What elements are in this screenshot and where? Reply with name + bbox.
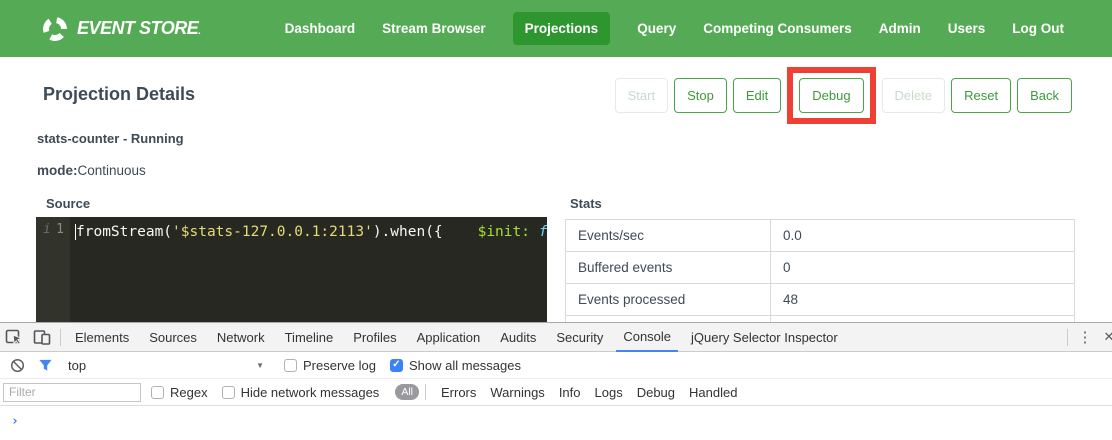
line-number: 1 xyxy=(56,222,64,237)
nav-item-users[interactable]: Users xyxy=(948,21,986,36)
console-input-area[interactable]: › xyxy=(0,406,1112,438)
gutter-info-icon: i xyxy=(43,222,51,237)
chevron-down-icon: ▼ xyxy=(256,361,264,370)
nav-item-stream-browser[interactable]: Stream Browser xyxy=(382,21,486,36)
tabbar-separator xyxy=(60,329,61,346)
stat-label: Events processed xyxy=(566,284,771,316)
nav-menu: Dashboard Stream Browser Projections Que… xyxy=(285,12,1064,45)
nav-item-competing-consumers[interactable]: Competing Consumers xyxy=(703,21,852,36)
regex-label[interactable]: Regex xyxy=(170,385,208,400)
devtools-panel: Elements Sources Network Timeline Profil… xyxy=(0,322,1112,440)
show-all-messages-label[interactable]: Show all messages xyxy=(409,358,521,373)
tab-network[interactable]: Network xyxy=(210,323,272,351)
mode-value: Continuous xyxy=(78,163,146,178)
nav-item-query[interactable]: Query xyxy=(637,21,676,36)
console-filterbar: Regex Hide network messages All Errors W… xyxy=(0,379,1112,406)
tabbar-right-controls: ⋮ ✕ xyxy=(1063,328,1112,346)
tab-application[interactable]: Application xyxy=(410,323,488,351)
source-code-editor[interactable]: i 1 fromStream('$stats-127.0.0.1:2113').… xyxy=(36,217,547,322)
delete-button[interactable]: Delete xyxy=(882,78,946,113)
projection-details-page: Projection Details Start Stop Edit Debug… xyxy=(0,57,1112,322)
start-button[interactable]: Start xyxy=(615,78,668,113)
stat-value: 0.0 xyxy=(771,220,1075,252)
regex-checkbox[interactable] xyxy=(151,386,164,399)
back-button[interactable]: Back xyxy=(1017,78,1072,113)
tab-security[interactable]: Security xyxy=(549,323,610,351)
mode-label: mode: xyxy=(37,163,78,178)
nav-item-admin[interactable]: Admin xyxy=(879,21,921,36)
filter-debug[interactable]: Debug xyxy=(637,385,675,400)
code-line-1: fromStream('$stats-127.0.0.1:2113').when… xyxy=(75,221,547,243)
stat-label: Events/sec xyxy=(566,220,771,252)
page-title: Projection Details xyxy=(43,84,195,105)
tab-elements[interactable]: Elements xyxy=(68,323,136,351)
devtools-tabbar: Elements Sources Network Timeline Profil… xyxy=(0,323,1112,352)
tabbar-separator xyxy=(1067,329,1068,346)
device-toolbar-icon[interactable] xyxy=(28,323,56,351)
tab-sources[interactable]: Sources xyxy=(142,323,204,351)
top-navbar: EVENT STORE. Dashboard Stream Browser Pr… xyxy=(0,0,1112,57)
table-row: Buffered events 0 xyxy=(566,252,1075,284)
execution-context-select[interactable]: top ▼ xyxy=(68,358,264,373)
filter-input[interactable] xyxy=(3,383,141,402)
source-section: Source i 1 fromStream('$stats-127.0.0.1:… xyxy=(36,196,547,322)
table-row: Events/sec 0.0 xyxy=(566,220,1075,252)
filter-all-pill[interactable]: All xyxy=(395,384,419,400)
console-prompt-icon: › xyxy=(11,414,19,429)
filter-handled[interactable]: Handled xyxy=(689,385,737,400)
stat-value: 48 xyxy=(771,284,1075,316)
brand-trademark-dot: . xyxy=(198,26,200,37)
hide-network-checkbox[interactable] xyxy=(222,386,235,399)
reset-button[interactable]: Reset xyxy=(951,78,1011,113)
editor-code-area[interactable]: fromStream('$stats-127.0.0.1:2113').when… xyxy=(70,217,547,322)
source-heading: Source xyxy=(46,196,547,211)
devtools-menu-icon[interactable]: ⋮ xyxy=(1072,328,1098,346)
nav-item-dashboard[interactable]: Dashboard xyxy=(285,21,356,36)
stats-table: Events/sec 0.0 Buffered events 0 Events … xyxy=(565,219,1075,322)
stats-section: Stats Events/sec 0.0 Buffered events 0 E… xyxy=(565,196,1075,322)
tab-timeline[interactable]: Timeline xyxy=(278,323,341,351)
show-all-messages-checkbox[interactable]: ✓ xyxy=(390,359,403,372)
screen: EVENT STORE. Dashboard Stream Browser Pr… xyxy=(0,0,1112,440)
projection-status: stats-counter - Running xyxy=(37,131,184,146)
hide-network-label[interactable]: Hide network messages xyxy=(241,385,380,400)
filter-warnings[interactable]: Warnings xyxy=(490,385,544,400)
stop-button[interactable]: Stop xyxy=(674,78,727,113)
debug-button[interactable]: Debug xyxy=(799,78,863,113)
preserve-log-label[interactable]: Preserve log xyxy=(303,358,376,373)
action-buttons: Start Stop Edit Debug Delete Reset Back xyxy=(615,67,1072,124)
clear-console-icon[interactable] xyxy=(8,356,26,374)
preserve-log-checkbox[interactable] xyxy=(284,359,297,372)
table-row: Events processed 48 xyxy=(566,284,1075,316)
tab-jquery-selector-inspector[interactable]: jQuery Selector Inspector xyxy=(684,323,845,351)
filter-separator xyxy=(425,384,426,400)
tab-console[interactable]: Console xyxy=(616,323,678,352)
tab-profiles[interactable]: Profiles xyxy=(346,323,403,351)
filter-icon[interactable] xyxy=(36,356,54,374)
filter-info[interactable]: Info xyxy=(559,385,581,400)
devtools-close-icon[interactable]: ✕ xyxy=(1098,329,1112,345)
debug-highlight-box: Debug xyxy=(787,67,875,124)
execution-context-value: top xyxy=(68,358,86,373)
filter-errors[interactable]: Errors xyxy=(441,385,476,400)
console-toolbar: top ▼ Preserve log ✓ Show all messages xyxy=(0,352,1112,379)
filter-logs[interactable]: Logs xyxy=(595,385,623,400)
editor-gutter: i 1 xyxy=(36,217,70,322)
edit-button[interactable]: Edit xyxy=(733,78,781,113)
projection-mode: mode:Continuous xyxy=(37,163,146,178)
stat-value: 0 xyxy=(771,252,1075,284)
nav-item-logout[interactable]: Log Out xyxy=(1012,21,1064,36)
tab-audits[interactable]: Audits xyxy=(493,323,543,351)
stats-heading: Stats xyxy=(570,196,1075,211)
stat-label: Buffered events xyxy=(566,252,771,284)
eventstore-logo[interactable]: EVENT STORE. xyxy=(43,17,200,41)
brand-name: EVENT STORE. xyxy=(77,18,200,39)
eventstore-ring-icon xyxy=(41,14,69,42)
inspect-element-icon[interactable] xyxy=(0,323,28,351)
nav-item-projections[interactable]: Projections xyxy=(513,12,611,45)
